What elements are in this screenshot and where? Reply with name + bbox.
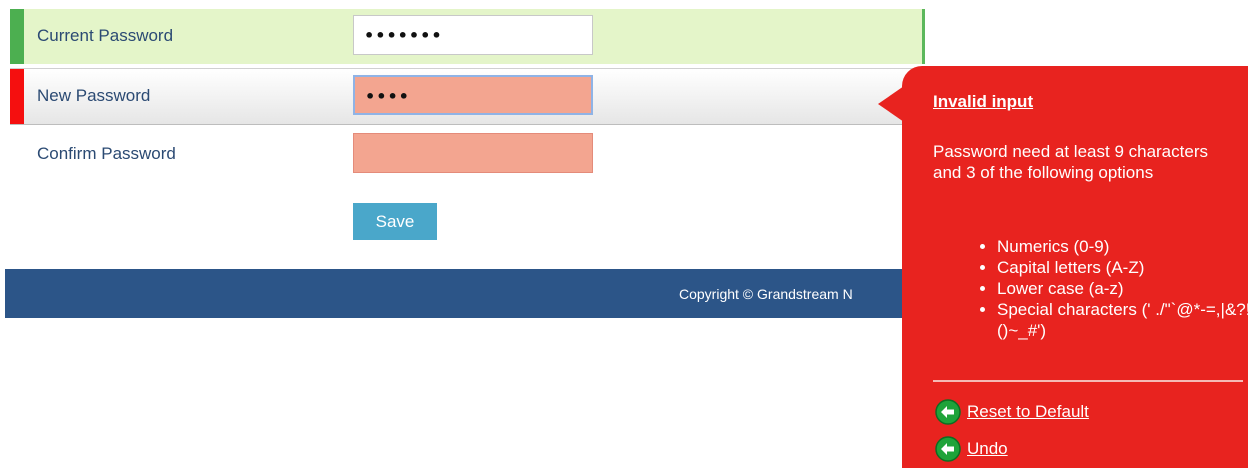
new-password-label: New Password [37, 86, 151, 105]
requirement-item: Numerics (0-9) [997, 236, 1248, 257]
current-password-label: Current Password [37, 26, 174, 45]
arrow-left-icon [935, 436, 961, 462]
tooltip-title: Invalid input [933, 92, 1034, 111]
reset-link-label: Reset to Default [967, 402, 1089, 421]
tooltip-divider [933, 380, 1243, 382]
tooltip-description: Password need at least 9 characters and … [933, 142, 1208, 182]
reset-to-default-link[interactable]: Reset to Default [935, 399, 1089, 425]
confirm-password-label: Confirm Password [37, 144, 176, 163]
new-password-row: New Password •••• [10, 68, 922, 125]
valid-indicator-bar [10, 9, 24, 64]
invalid-indicator-bar [10, 69, 24, 124]
password-requirements-list: Numerics (0-9) Capital letters (A-Z) Low… [933, 236, 1248, 341]
new-password-input[interactable]: •••• [353, 75, 593, 115]
confirm-password-input[interactable] [353, 133, 593, 173]
confirm-password-row: Confirm Password [10, 127, 922, 182]
undo-link[interactable]: Undo [935, 436, 1008, 462]
current-password-row: Current Password ••••••• [10, 9, 925, 64]
requirement-item: Special characters (' ./"`@*-=,|&?!%()~_… [997, 299, 1248, 341]
save-button[interactable]: Save [353, 203, 437, 240]
invalid-input-tooltip: Invalid input Password need at least 9 c… [902, 66, 1248, 468]
arrow-left-icon [935, 399, 961, 425]
copyright-text: Copyright © Grandstream N [679, 286, 853, 302]
footer: Copyright © Grandstream N [5, 269, 910, 318]
current-password-input[interactable]: ••••••• [353, 15, 593, 55]
requirement-item: Lower case (a-z) [997, 278, 1248, 299]
tooltip-pointer [878, 86, 904, 104]
undo-link-label: Undo [967, 439, 1008, 458]
requirement-item: Capital letters (A-Z) [997, 257, 1248, 278]
tooltip-pointer-lower [878, 104, 904, 122]
